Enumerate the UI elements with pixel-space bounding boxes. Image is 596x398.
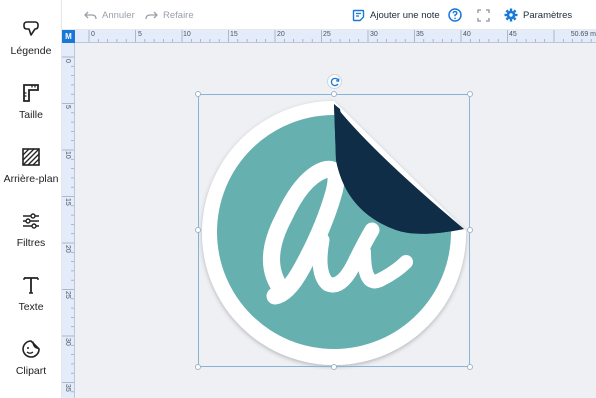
ruler-h-label: 40 [463, 31, 471, 38]
ruler-h-label: 45 [509, 31, 517, 38]
ruler-v-label: 20 [64, 245, 71, 253]
rotate-handle[interactable] [327, 74, 342, 89]
ruler-h-label: 20 [277, 31, 285, 38]
ruler-h-label: 15 [230, 31, 238, 38]
sidebar-item-clipart[interactable]: Clipart [0, 324, 62, 384]
sidebar-item-label: Filtres [16, 237, 46, 249]
resize-handle-top[interactable] [331, 91, 337, 97]
undo-label: Annuler [102, 9, 135, 21]
settings-button[interactable]: Paramètres [504, 0, 572, 30]
text-t-icon [20, 274, 42, 296]
sidebar-item-filtres[interactable]: Filtres [0, 196, 62, 256]
rotate-icon [330, 77, 339, 86]
resize-handle-top-right[interactable] [467, 91, 473, 97]
ruler-width-readout: 50.69 m [567, 31, 596, 38]
redo-label: Refaire [163, 9, 194, 21]
resize-handle-right[interactable] [467, 227, 473, 233]
ruler-corner-icon [20, 82, 42, 104]
ruler-v-label: 10 [64, 151, 71, 159]
sidebar-item-label: Légende [10, 45, 52, 57]
redo-icon [145, 11, 158, 19]
ruler-h-label: 35 [416, 31, 424, 38]
hatched-square-icon [20, 146, 42, 168]
ruler-v-label: 5 [64, 105, 71, 109]
add-note-button[interactable]: Ajouter une note [352, 0, 440, 30]
ruler-corner: M [62, 30, 75, 43]
sidebar-item-legende[interactable]: Légende [0, 4, 62, 64]
sidebar-item-taille[interactable]: Taille [0, 68, 62, 128]
ruler-h-label: 10 [183, 31, 191, 38]
horizontal-ruler: 0 5 10 15 20 25 30 35 40 45 50.69 m [75, 30, 596, 43]
ruler-v-label: 0 [64, 59, 71, 63]
fullscreen-icon [477, 8, 490, 22]
settings-label: Paramètres [523, 9, 573, 21]
sidebar-item-label: Arrière-plan [3, 173, 59, 185]
sidebar-item-arriere-plan[interactable]: Arrière-plan [0, 132, 62, 192]
sliders-icon [20, 210, 42, 232]
sidebar-item-texte[interactable]: Texte [0, 260, 62, 320]
left-sidebar: Légende Taille Arrière-plan Filtres Text… [0, 0, 62, 398]
fullscreen-button[interactable] [477, 0, 495, 30]
help-button[interactable] [448, 0, 467, 30]
gear-icon [504, 8, 518, 22]
resize-handle-bottom-left[interactable] [195, 364, 201, 370]
speech-bubble-icon [20, 18, 42, 40]
undo-icon [84, 11, 97, 19]
resize-handle-bottom[interactable] [331, 364, 337, 370]
sidebar-item-label: Taille [19, 109, 43, 121]
resize-handle-left[interactable] [195, 227, 201, 233]
sidebar-item-label: Texte [18, 301, 44, 313]
horizontal-ruler-ticks [88, 30, 592, 42]
help-icon [448, 8, 462, 22]
ruler-v-label: 35 [64, 384, 71, 392]
ruler-h-label: 0 [91, 31, 95, 38]
add-note-label: Ajouter une note [370, 9, 440, 21]
vertical-ruler: 0 5 10 15 20 25 30 35 [62, 43, 75, 398]
ruler-v-label: 30 [64, 338, 71, 346]
selection-box[interactable] [198, 94, 470, 367]
resize-handle-top-left[interactable] [195, 91, 201, 97]
undo-button[interactable]: Annuler [84, 0, 135, 30]
redo-button[interactable]: Refaire [145, 0, 194, 30]
sticker-face-icon [20, 338, 42, 360]
note-icon [352, 9, 365, 21]
ruler-h-label: 25 [323, 31, 331, 38]
ruler-v-label: 25 [64, 291, 71, 299]
resize-handle-bottom-right[interactable] [467, 364, 473, 370]
ruler-v-label: 15 [64, 198, 71, 206]
sidebar-item-label: Clipart [15, 365, 47, 377]
ruler-h-label: 5 [138, 31, 142, 38]
ruler-h-label: 30 [370, 31, 378, 38]
top-toolbar: Annuler Refaire Ajouter une note Paramèt… [62, 0, 596, 30]
